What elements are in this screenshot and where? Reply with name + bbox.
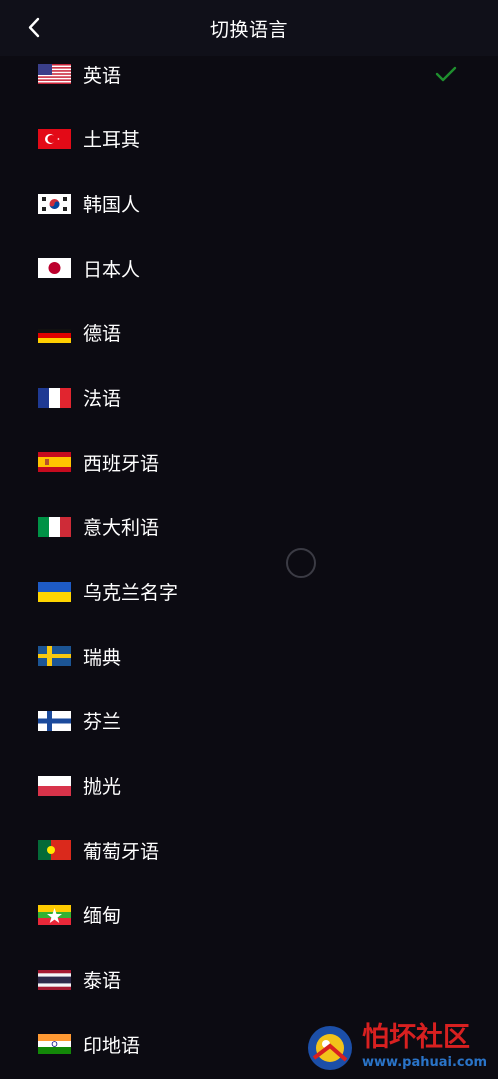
language-option[interactable]: 芬兰 xyxy=(0,689,498,754)
turkey-flag-icon xyxy=(38,128,71,149)
language-option[interactable]: 日本人 xyxy=(0,236,498,301)
france-flag-icon xyxy=(38,387,71,408)
back-arrow-icon[interactable] xyxy=(22,14,50,42)
loading-spinner xyxy=(286,548,316,578)
sweden-flag-icon xyxy=(38,646,71,667)
myanmar-flag-icon xyxy=(38,904,71,925)
language-label: 芬兰 xyxy=(83,711,122,734)
watermark-logo: 怕坏社区 www.pahuai.com xyxy=(300,1018,498,1075)
language-label: 意大利语 xyxy=(83,517,160,540)
checkmark-icon xyxy=(434,64,458,84)
language-label: 乌克兰名字 xyxy=(83,582,179,605)
language-option[interactable]: 韩国人 xyxy=(0,171,498,236)
italy-flag-icon xyxy=(38,516,71,537)
language-label: 土耳其 xyxy=(83,129,141,152)
language-list: 英语土耳其韩国人日本人德语法语西班牙语意大利语乌克兰名字瑞典芬兰抛光葡萄牙语缅甸… xyxy=(0,42,498,1077)
language-label: 瑞典 xyxy=(83,646,122,669)
language-label: 法语 xyxy=(83,388,122,411)
language-label: 韩国人 xyxy=(83,194,141,217)
svg-text:怕坏社区: 怕坏社区 xyxy=(362,1021,470,1053)
portugal-flag-icon xyxy=(38,840,71,861)
language-option[interactable]: 瑞典 xyxy=(0,624,498,689)
language-option[interactable]: 抛光 xyxy=(0,753,498,818)
language-label: 葡萄牙语 xyxy=(83,840,160,863)
language-label: 泰语 xyxy=(83,970,122,993)
language-label: 印地语 xyxy=(83,1034,141,1057)
language-label: 缅甸 xyxy=(83,905,122,928)
svg-text:www.pahuai.com: www.pahuai.com xyxy=(362,1055,487,1070)
language-option[interactable]: 意大利语 xyxy=(0,495,498,560)
language-option[interactable]: 法语 xyxy=(0,365,498,430)
ukraine-flag-icon xyxy=(38,581,71,602)
language-option[interactable]: 葡萄牙语 xyxy=(0,818,498,883)
language-label: 英语 xyxy=(83,64,122,87)
poland-flag-icon xyxy=(38,775,71,796)
us-flag-icon xyxy=(38,64,71,85)
spain-flag-icon xyxy=(38,452,71,473)
language-label: 抛光 xyxy=(83,776,122,799)
language-label: 日本人 xyxy=(83,258,141,281)
language-label: 西班牙语 xyxy=(83,452,160,475)
germany-flag-icon xyxy=(38,323,71,343)
language-option[interactable]: 德语 xyxy=(0,301,498,366)
finland-flag-icon xyxy=(38,710,71,731)
japan-flag-icon xyxy=(38,258,71,279)
language-option[interactable]: 英语 xyxy=(0,42,498,107)
thailand-flag-icon xyxy=(38,969,71,990)
page-title: 切换语言 xyxy=(209,18,288,41)
india-flag-icon xyxy=(38,1034,71,1055)
language-label: 德语 xyxy=(83,323,122,346)
language-option[interactable]: 缅甸 xyxy=(0,883,498,948)
language-option[interactable]: 泰语 xyxy=(0,947,498,1012)
language-option[interactable]: 土耳其 xyxy=(0,107,498,172)
south-korea-flag-icon xyxy=(38,193,71,214)
language-option[interactable]: 西班牙语 xyxy=(0,430,498,495)
language-option[interactable]: 乌克兰名字 xyxy=(0,559,498,624)
